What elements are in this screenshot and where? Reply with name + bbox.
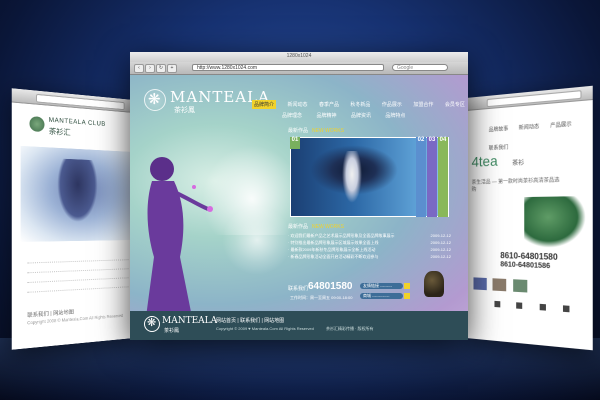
list-item[interactable]: · 欢迎我们最新产品之艺术展示品牌形象及全面品牌故事展示 2009-12-12 bbox=[288, 233, 453, 240]
news-date: 2009-12-12 bbox=[430, 233, 451, 238]
contact-phone: 64801580 bbox=[308, 281, 353, 292]
footer-brand-cn: 茶衫鳳 bbox=[164, 328, 180, 334]
leaf-icon[interactable] bbox=[539, 303, 546, 311]
news-label: 最新作品 bbox=[288, 224, 309, 230]
carousel-image-figure bbox=[342, 151, 362, 203]
right-browser-window: 品牌故事 新闻动态 产品展示 联系我们 4tea 茶衫 茶生活品 — 第一款时尚… bbox=[466, 85, 593, 351]
shop-select[interactable]: 商城 ------------- bbox=[360, 293, 403, 299]
carousel-tab[interactable]: 02 bbox=[416, 137, 426, 217]
presentation-stage: MANTEALA CLUB 茶衫汇 联系我们 | 网站地图 Copyright … bbox=[0, 0, 600, 400]
right-nav-link[interactable]: 产品展示 bbox=[550, 120, 572, 129]
contact-label: 联系我们 bbox=[288, 286, 309, 292]
nav-item-join[interactable]: 加盟合作 bbox=[413, 101, 433, 108]
main-toolbar: ‹ › ↻ + http://www.1280x1024.com Google bbox=[130, 62, 468, 75]
arrow-right-icon[interactable]: › bbox=[145, 64, 155, 73]
carousel-tab[interactable]: 04 bbox=[438, 137, 448, 217]
thumbnail[interactable] bbox=[473, 277, 487, 291]
news-title[interactable]: 欢迎我们最新产品之艺术展示品牌形象及全面品牌故事展示 bbox=[290, 233, 394, 238]
reload-icon[interactable]: ↻ bbox=[156, 64, 166, 73]
right-browser-chrome bbox=[466, 85, 593, 111]
carousel-tab[interactable]: 01 bbox=[290, 137, 300, 149]
left-browser-chrome bbox=[11, 88, 134, 113]
nav-item-member[interactable]: 会员专区 bbox=[445, 101, 465, 108]
subnav-item[interactable]: 品牌资讯 bbox=[351, 112, 371, 119]
right-top-nav: 品牌故事 新闻动态 产品展示 联系我们 bbox=[489, 110, 586, 151]
left-brand-cn: 茶衫汇 bbox=[48, 128, 71, 138]
add-icon[interactable]: + bbox=[167, 64, 177, 73]
right-brand-cn: 茶衫 bbox=[512, 160, 525, 168]
news-date: 2009-12-12 bbox=[430, 254, 451, 259]
news-heading: 最新作品 NEW WORKS bbox=[288, 223, 344, 230]
lotus-emblem-icon bbox=[144, 89, 166, 111]
news-title[interactable]: 最新款2009年新秋冬品牌形象展示全新上线活动 bbox=[290, 247, 375, 252]
left-hero-figure bbox=[57, 158, 98, 223]
site-brand-cn: 茶衫鳳 bbox=[174, 107, 195, 114]
list-item[interactable]: · 特别推出最新品牌形象展示区域展示效果全面上线 2009-12-12 bbox=[288, 240, 453, 247]
cup-icon[interactable] bbox=[516, 302, 523, 309]
woman-silhouette-illustration bbox=[146, 157, 213, 317]
contact-hours: 工作时间：周一至周五 09:00-18:00 bbox=[290, 295, 353, 300]
news-date: 2009-12-12 bbox=[430, 240, 451, 245]
right-phone: 8610-64801580 bbox=[500, 250, 558, 263]
window-title: 1280x1024 bbox=[286, 53, 312, 59]
thumbnail[interactable] bbox=[492, 278, 507, 292]
right-nav-link[interactable]: 联系我们 bbox=[489, 144, 509, 152]
footer-brand: MANTEALA bbox=[162, 316, 218, 326]
search-input[interactable]: Google bbox=[392, 64, 448, 71]
right-icon-row bbox=[494, 294, 583, 319]
main-browser-window: 1280x1024 ‹ › ↻ + http://www.1280x1024.c… bbox=[130, 52, 468, 340]
friend-links-select[interactable]: 友情链接 --------- bbox=[360, 283, 403, 289]
footer-copyright: Copyright © 2009 ♥ Manteala.Com All Righ… bbox=[216, 326, 314, 331]
go-button[interactable] bbox=[404, 283, 410, 289]
carousel-tab[interactable]: 03 bbox=[427, 137, 437, 217]
site-footer: MANTEALA 茶衫鳳 网站首页 | 联系我们 | 网站地图 Copyrigh… bbox=[130, 311, 468, 340]
right-description: 茶生活品 — 第一款时尚茶衫高清茶品选购 bbox=[471, 177, 560, 193]
web-page: MANTEALA 茶衫鳳 品牌简介 新闻动态 春季产品 秋冬新品 作品展示 加盟… bbox=[130, 75, 468, 340]
go-button[interactable] bbox=[404, 293, 410, 299]
news-title[interactable]: 特别推出最新品牌形象展示区域展示效果全面上线 bbox=[290, 240, 378, 245]
new-works-label: 最新作品 bbox=[288, 128, 309, 134]
footer-right-text: 茶衫汇精彩传播 · 版权所有 bbox=[326, 326, 374, 331]
subnav-item[interactable]: 品牌精神 bbox=[316, 112, 336, 119]
left-address-bar[interactable] bbox=[35, 93, 125, 111]
left-browser-window: MANTEALA CLUB 茶衫汇 联系我们 | 网站地图 Copyright … bbox=[11, 88, 134, 350]
news-list: · 欢迎我们最新产品之艺术展示品牌形象及全面品牌故事展示 2009-12-12 ·… bbox=[288, 233, 453, 261]
right-flower-image bbox=[524, 196, 587, 249]
news-date: 2009-12-12 bbox=[430, 247, 451, 252]
tea-icon[interactable] bbox=[494, 300, 501, 308]
new-works-label-en: NEW WORKS bbox=[312, 128, 344, 134]
news-label-en: NEW WORKS bbox=[312, 224, 344, 230]
right-address-bar[interactable] bbox=[486, 90, 582, 108]
sub-navigation: 品牌理念 品牌精神 品牌资讯 品牌特点 bbox=[282, 104, 415, 122]
thumbnail[interactable] bbox=[513, 279, 528, 293]
main-title-bar: 1280x1024 bbox=[130, 52, 468, 67]
right-nav-link[interactable]: 品牌故事 bbox=[489, 125, 509, 134]
left-news-list bbox=[27, 252, 129, 294]
new-works-heading: 最新作品 NEW WORKS bbox=[288, 127, 344, 134]
list-item[interactable]: · 最新款2009年新秋冬品牌形象展示全新上线活动 2009-12-12 bbox=[288, 247, 453, 254]
lily-flower-illustration bbox=[222, 205, 292, 275]
teapot-image bbox=[424, 271, 444, 297]
subnav-item[interactable]: 品牌特点 bbox=[385, 112, 405, 119]
gift-icon[interactable] bbox=[563, 305, 570, 313]
list-item[interactable]: · 新春品牌形象活动全面开启活动精彩不断欢迎参与 2009-12-12 bbox=[288, 254, 453, 261]
left-logo-icon bbox=[29, 115, 45, 133]
footer-lotus-icon bbox=[144, 316, 160, 332]
subnav-item[interactable]: 品牌理念 bbox=[282, 112, 302, 119]
address-bar[interactable]: http://www.1280x1024.com bbox=[192, 64, 384, 71]
arrow-left-icon[interactable]: ‹ bbox=[134, 64, 144, 73]
right-nav-link[interactable]: 新闻动态 bbox=[519, 123, 539, 132]
nav-item-brand[interactable]: 品牌简介 bbox=[252, 100, 277, 109]
right-phone-2: 8610-64801586 bbox=[500, 261, 551, 271]
footer-links[interactable]: 网站首页 | 联系我们 | 网站地图 bbox=[216, 317, 284, 324]
news-title[interactable]: 新春品牌形象活动全面开启活动精彩不断欢迎参与 bbox=[290, 254, 378, 259]
right-brand: 4tea bbox=[471, 152, 498, 170]
floor-reflection bbox=[0, 338, 600, 400]
